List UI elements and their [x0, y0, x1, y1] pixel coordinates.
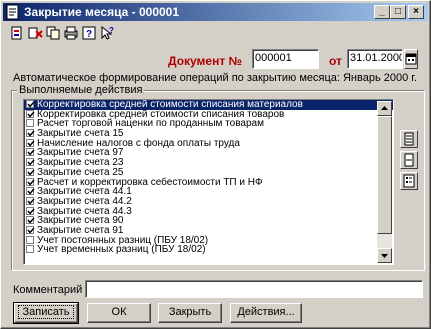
deselect-all-button[interactable] — [400, 151, 418, 169]
list-item-label: Корректировка средней стоимости списания… — [37, 108, 285, 120]
checkbox-unchecked[interactable] — [26, 245, 34, 254]
list-item-label: Корректировка средней стоимости списания… — [37, 99, 303, 110]
checkbox-checked[interactable] — [26, 177, 35, 186]
svg-text:?: ? — [86, 29, 92, 40]
checkbox-checked[interactable] — [26, 109, 35, 118]
print-icon[interactable] — [63, 25, 79, 41]
date-prefix-label: от — [329, 54, 342, 68]
list-item-label: Закрытие счета 44.2 — [37, 195, 132, 207]
checkbox-checked[interactable] — [26, 148, 35, 157]
actions-list[interactable]: Корректировка средней стоимости списания… — [23, 99, 394, 265]
calendar-button[interactable] — [404, 49, 418, 69]
list-item-label: Закрытие счета 15 — [37, 128, 124, 140]
deselect-all-icon — [404, 153, 414, 167]
document-number-field[interactable]: 000001 — [252, 49, 319, 69]
checkbox-unchecked[interactable] — [26, 119, 34, 128]
select-all-icon — [404, 132, 414, 146]
list-item-label: Учет постоянных разниц (ПБУ 18/02) — [37, 234, 209, 246]
list-item-label: Закрытие счета 97 — [37, 147, 124, 159]
list-item[interactable]: Учет временных разниц (ПБУ 18/02) — [24, 245, 393, 255]
save-button[interactable]: Записать — [13, 302, 79, 324]
list-item-label: Закрытие счета 91 — [37, 224, 124, 236]
actions-button-label: Действия... — [237, 306, 295, 318]
select-all-button[interactable] — [400, 130, 418, 148]
list-item-label: Учет временных разниц (ПБУ 18/02) — [37, 244, 206, 256]
check-icon — [27, 111, 35, 118]
delete-icon[interactable] — [27, 25, 43, 41]
scroll-thumb[interactable] — [377, 116, 392, 234]
minimize-icon: _ — [379, 6, 385, 17]
window-title: Закрытие месяца - 000001 — [24, 5, 180, 19]
check-icon — [27, 188, 35, 195]
document-date-field[interactable]: 31.01.2000 — [347, 49, 403, 69]
arrow-down-icon — [381, 254, 388, 258]
checkbox-checked[interactable] — [26, 158, 35, 167]
new-document-icon[interactable] — [9, 25, 25, 41]
comment-field[interactable] — [85, 280, 423, 298]
check-icon — [27, 198, 35, 205]
ok-button[interactable]: ОК — [87, 303, 151, 323]
main-window: Закрытие месяца - 000001 _ □ × ? ? Докум… — [0, 0, 431, 329]
check-icon — [27, 217, 35, 224]
checkbox-unchecked[interactable] — [26, 235, 34, 244]
check-icon — [27, 179, 35, 186]
close-icon: × — [413, 6, 419, 17]
checkbox-checked[interactable] — [26, 129, 35, 138]
auto-description: Автоматическое формирование операций по … — [13, 72, 417, 84]
app-icon — [5, 4, 21, 20]
checkbox-checked[interactable] — [26, 167, 35, 176]
calendar-icon — [405, 53, 417, 65]
save-button-label: Записать — [18, 305, 74, 319]
check-icon — [27, 227, 35, 234]
checkbox-checked[interactable] — [26, 138, 35, 147]
close-button-label: Закрыть — [168, 306, 212, 318]
arrow-up-icon — [381, 106, 388, 110]
checkbox-checked[interactable] — [26, 225, 35, 234]
list-item-label: Закрытие счета 90 — [37, 215, 124, 227]
settings-icon — [403, 174, 415, 188]
list-item-label: Расчет и корректировка себестоимости ТП … — [37, 176, 263, 188]
list-item-label: Расчет торговой наценки по проданным тов… — [37, 118, 264, 130]
check-icon — [27, 208, 35, 215]
document-number-label: Документ № — [168, 54, 242, 68]
help-icon[interactable]: ? — [81, 25, 97, 41]
actions-button[interactable]: Действия... — [230, 303, 302, 323]
ok-button-label: ОК — [111, 306, 127, 318]
check-icon — [27, 169, 35, 176]
list-item-label: Закрытие счета 44.1 — [37, 186, 132, 198]
svg-text:?: ? — [109, 26, 114, 35]
check-icon — [27, 101, 35, 108]
maximize-icon: □ — [394, 6, 402, 17]
copy-icon[interactable] — [45, 25, 61, 41]
vertical-scrollbar[interactable] — [377, 101, 392, 263]
maximize-button[interactable]: □ — [390, 5, 406, 19]
checkbox-checked[interactable] — [26, 187, 35, 196]
close-button[interactable]: Закрыть — [158, 303, 222, 323]
scroll-up-button[interactable] — [377, 101, 392, 116]
checkbox-checked[interactable] — [26, 206, 35, 215]
checkbox-checked[interactable] — [26, 216, 35, 225]
list-item-label: Закрытие счета 25 — [37, 166, 124, 178]
title-bar[interactable]: Закрытие месяца - 000001 _ □ × — [3, 3, 428, 21]
list-item-label: Закрытие счета 44.3 — [37, 205, 132, 217]
checkbox-checked[interactable] — [26, 196, 35, 205]
actions-group-label: Выполняемые действия — [17, 84, 145, 96]
scroll-down-button[interactable] — [377, 248, 392, 263]
minimize-button[interactable]: _ — [374, 5, 390, 19]
settings-button[interactable] — [400, 172, 418, 190]
checkbox-checked[interactable] — [26, 100, 35, 108]
check-icon — [27, 159, 35, 166]
check-icon — [27, 130, 35, 137]
close-window-button[interactable]: × — [408, 5, 424, 19]
check-icon — [27, 140, 35, 147]
list-item-label: Закрытие счета 23 — [37, 157, 124, 169]
comment-label: Комментарий — [13, 284, 83, 296]
check-icon — [27, 149, 35, 157]
pointer-help-icon[interactable]: ? — [99, 25, 115, 41]
list-item-label: Начисление налогов с фонда оплаты труда — [37, 137, 240, 149]
